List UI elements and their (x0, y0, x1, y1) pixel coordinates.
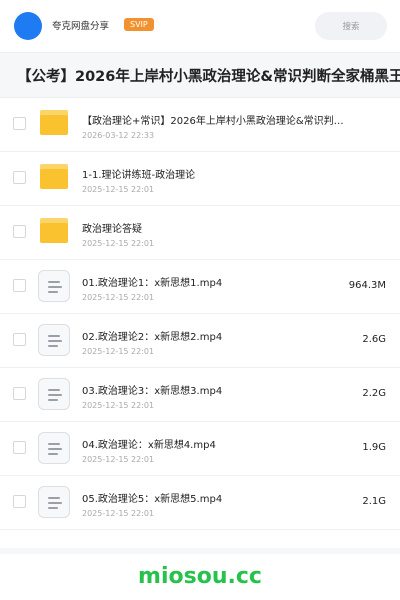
item-date: 2025-12-15 22:01 (82, 455, 155, 464)
item-size: 2.6G (362, 334, 386, 345)
video-file-icon (38, 486, 70, 518)
search-button[interactable]: 搜索 (315, 12, 387, 40)
select-checkbox[interactable] (13, 495, 26, 508)
file-row[interactable]: 05.政治理论5：x新思想5.mp4 2025-12-15 22:01 2.1G (0, 476, 400, 530)
item-size: 1.9G (362, 442, 386, 453)
folder-row[interactable]: 政治理论答疑 2025-12-15 22:01 (0, 206, 400, 260)
footer-divider (0, 548, 400, 554)
select-checkbox[interactable] (13, 225, 26, 238)
select-checkbox[interactable] (13, 387, 26, 400)
item-name[interactable]: 01.政治理论1：x新思想1.mp4 (82, 274, 222, 289)
folder-row[interactable]: 1-1.理论讲练班-政治理论 2025-12-15 22:01 (0, 152, 400, 206)
video-file-icon (38, 378, 70, 410)
file-list: 【政治理论+常识】2026年上岸村小黑政治理论&常识判断全家桶黑王 2026-03… (0, 98, 400, 530)
select-checkbox[interactable] (13, 441, 26, 454)
item-size: 964.3M (348, 280, 386, 291)
item-size: 2.1G (362, 496, 386, 507)
item-date: 2025-12-15 22:01 (82, 509, 155, 518)
item-size: 2.2G (362, 388, 386, 399)
item-name[interactable]: 【政治理论+常识】2026年上岸村小黑政治理论&常识判断全家桶黑王 (82, 112, 344, 127)
select-checkbox[interactable] (13, 279, 26, 292)
select-checkbox[interactable] (13, 171, 26, 184)
top-header: 夸克网盘分享 SVIP 搜索 (0, 0, 400, 52)
item-date: 2025-12-15 22:01 (82, 293, 155, 302)
share-owner-name: 夸克网盘分享 (52, 21, 110, 32)
avatar[interactable] (14, 12, 42, 40)
file-row[interactable]: 04.政治理论：x新思想4.mp4 2025-12-15 22:01 1.9G (0, 422, 400, 476)
share-title: 【公考】2026年上岸村小黑政治理论&常识判断全家桶黑王 (17, 69, 400, 85)
folder-icon (40, 164, 68, 189)
folder-row[interactable]: 【政治理论+常识】2026年上岸村小黑政治理论&常识判断全家桶黑王 2026-03… (0, 98, 400, 152)
video-file-icon (38, 270, 70, 302)
item-name[interactable]: 05.政治理论5：x新思想5.mp4 (82, 490, 222, 505)
item-date: 2025-12-15 22:01 (82, 347, 155, 356)
share-title-bar: 【公考】2026年上岸村小黑政治理论&常识判断全家桶黑王 (0, 52, 400, 98)
item-name[interactable]: 03.政治理论3：x新思想3.mp4 (82, 382, 222, 397)
item-name[interactable]: 02.政治理论2：x新思想2.mp4 (82, 328, 222, 343)
item-name[interactable]: 04.政治理论：x新思想4.mp4 (82, 436, 216, 451)
item-date: 2025-12-15 22:01 (82, 185, 155, 194)
video-file-icon (38, 324, 70, 356)
folder-icon (40, 218, 68, 243)
folder-icon (40, 110, 68, 135)
file-row[interactable]: 03.政治理论3：x新思想3.mp4 2025-12-15 22:01 2.2G (0, 368, 400, 422)
svip-badge: SVIP (124, 18, 154, 31)
item-name[interactable]: 1-1.理论讲练班-政治理论 (82, 166, 195, 181)
video-file-icon (38, 432, 70, 464)
item-name[interactable]: 政治理论答疑 (82, 220, 142, 235)
item-date: 2026-03-12 22:33 (82, 131, 155, 140)
select-checkbox[interactable] (13, 333, 26, 346)
select-checkbox[interactable] (13, 117, 26, 130)
site-watermark: miosou.cc (138, 564, 262, 589)
file-row[interactable]: 02.政治理论2：x新思想2.mp4 2025-12-15 22:01 2.6G (0, 314, 400, 368)
file-row[interactable]: 01.政治理论1：x新思想1.mp4 2025-12-15 22:01 964.3M (0, 260, 400, 314)
item-date: 2025-12-15 22:01 (82, 239, 155, 248)
item-date: 2025-12-15 22:01 (82, 401, 155, 410)
